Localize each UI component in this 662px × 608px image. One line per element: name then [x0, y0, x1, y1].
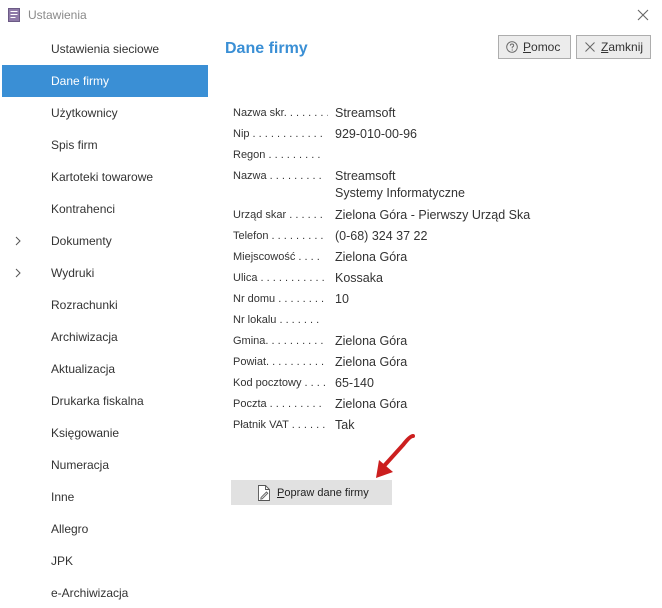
- detail-value: Zielona Góra - Pierwszy Urząd Ska: [335, 208, 531, 222]
- red-arrow-icon: [376, 434, 415, 478]
- sidebar-item-numeracja[interactable]: Numeracja: [2, 449, 208, 481]
- sidebar-item-label: Kartoteki towarowe: [51, 170, 154, 184]
- sidebar-item-label: Kontrahenci: [51, 202, 116, 216]
- detail-label: Powiat. . . . . . . . . .: [233, 356, 325, 368]
- window-title: Ustawienia: [28, 8, 87, 22]
- sidebar-item-ustawienia-sieciowe[interactable]: Ustawienia sieciowe: [2, 33, 208, 65]
- settings-sidebar: Ustawienia sieciowe Dane firmy Użytkownicy…: [2, 33, 208, 608]
- document-icon: [8, 8, 20, 22]
- sidebar-item-użytkownicy[interactable]: Użytkownicy: [2, 97, 208, 129]
- sidebar-item-wydruki[interactable]: Wydruki: [2, 257, 208, 289]
- sidebar-item-aktualizacja[interactable]: Aktualizacja: [2, 353, 208, 385]
- edit-company-data-label: Popraw dane firmy: [277, 487, 369, 499]
- detail-value: Zielona Góra: [335, 355, 408, 369]
- sidebar-item-label: e-Archiwizacja: [51, 586, 129, 600]
- sidebar-item-label: Rozrachunki: [51, 298, 118, 312]
- detail-label: Ulica . . . . . . . . . . .: [233, 272, 325, 284]
- sidebar-item-label: Drukarka fiskalna: [51, 394, 144, 408]
- sidebar-item-label: Archiwizacja: [51, 330, 118, 344]
- sidebar-item-kartoteki-towarowe[interactable]: Kartoteki towarowe: [2, 161, 208, 193]
- sidebar-item-label: Księgowanie: [51, 426, 120, 440]
- close-icon[interactable]: [632, 4, 654, 26]
- sidebar-item-label: Aktualizacja: [51, 362, 116, 376]
- sidebar-item-rozrachunki[interactable]: Rozrachunki: [2, 289, 208, 321]
- help-button-label: Pomoc: [523, 40, 561, 54]
- chevron-right-icon[interactable]: [13, 236, 23, 246]
- close-button-label: Zamknij: [601, 40, 644, 54]
- detail-value: 10: [335, 292, 349, 306]
- sidebar-item-księgowanie[interactable]: Księgowanie: [2, 417, 208, 449]
- edit-document-icon: [258, 485, 270, 501]
- close-button[interactable]: Zamknij: [576, 35, 651, 59]
- sidebar-item-label: Użytkownicy: [51, 106, 118, 120]
- detail-value: 65-140: [335, 376, 374, 390]
- sidebar-item-drukarka-fiskalna[interactable]: Drukarka fiskalna: [2, 385, 208, 417]
- detail-value: 929-010-00-96: [335, 127, 418, 141]
- settings-window: Ustawienia Ustawienia sieciowe Dane firmy…: [0, 0, 662, 608]
- detail-label: Płatnik VAT . . . . . .: [233, 419, 326, 431]
- sidebar-item-label: Ustawienia sieciowe: [51, 42, 160, 56]
- detail-label: Nip . . . . . . . . . . . .: [233, 128, 323, 140]
- detail-label: Nr domu . . . . . . . .: [233, 293, 325, 305]
- sidebar-item-label: Dokumenty: [51, 234, 112, 248]
- detail-value: Zielona Góra: [335, 334, 408, 348]
- sidebar-item-label: Spis firm: [51, 138, 98, 152]
- sidebar-item-label: Dane firmy: [51, 74, 110, 88]
- detail-value: Streamsoft: [335, 169, 396, 183]
- sidebar-item-spis-firm[interactable]: Spis firm: [2, 129, 208, 161]
- help-button[interactable]: Pomoc: [498, 35, 571, 59]
- detail-label: Nr lokalu . . . . . . .: [233, 314, 320, 326]
- sidebar-item-inne[interactable]: Inne: [2, 481, 208, 513]
- detail-value: Zielona Góra: [335, 250, 408, 264]
- sidebar-item-label: JPK: [51, 554, 74, 568]
- detail-label: Miejscowość . . . .: [233, 251, 320, 263]
- sidebar-item-label: Allegro: [51, 522, 89, 536]
- title-bar: Ustawienia: [0, 0, 662, 30]
- edit-company-data-button[interactable]: Popraw dane firmy: [231, 480, 392, 505]
- detail-value-line2: Systemy Informatyczne: [335, 186, 465, 200]
- detail-label: Gmina. . . . . . . . . .: [233, 335, 324, 347]
- detail-label: Regon . . . . . . . . .: [233, 149, 321, 161]
- sidebar-item-dokumenty[interactable]: Dokumenty: [2, 225, 208, 257]
- sidebar-item-kontrahenci[interactable]: Kontrahenci: [2, 193, 208, 225]
- chevron-right-icon[interactable]: [13, 268, 23, 278]
- detail-value: Kossaka: [335, 271, 383, 285]
- question-icon: [506, 41, 518, 53]
- detail-label: Urząd skar . . . . . .: [233, 209, 323, 221]
- detail-label: Nazwa . . . . . . . . .: [233, 170, 322, 182]
- sidebar-item-archiwizacja[interactable]: Archiwizacja: [2, 321, 208, 353]
- detail-value: Zielona Góra: [335, 397, 408, 411]
- page-title: Dane firmy: [225, 40, 308, 57]
- detail-label: Kod pocztowy . . . .: [233, 377, 326, 389]
- close-icon: [585, 42, 595, 52]
- detail-label: Telefon . . . . . . . . .: [233, 230, 324, 242]
- sidebar-item-dane-firmy[interactable]: Dane firmy: [2, 65, 208, 97]
- sidebar-item-jpk[interactable]: JPK: [2, 545, 208, 577]
- sidebar-item-label: Wydruki: [51, 266, 95, 280]
- detail-value: Tak: [335, 418, 355, 432]
- detail-label: Nazwa skr. . . . . . . .: [233, 107, 328, 119]
- sidebar-item-e-archiwizacja[interactable]: e-Archiwizacja: [2, 577, 208, 608]
- detail-value: (0-68) 324 37 22: [335, 229, 428, 243]
- detail-label: Poczta . . . . . . . . .: [233, 398, 322, 410]
- sidebar-item-label: Numeracja: [51, 458, 110, 472]
- sidebar-item-allegro[interactable]: Allegro: [2, 513, 208, 545]
- sidebar-item-label: Inne: [51, 490, 75, 504]
- detail-value: Streamsoft: [335, 106, 396, 120]
